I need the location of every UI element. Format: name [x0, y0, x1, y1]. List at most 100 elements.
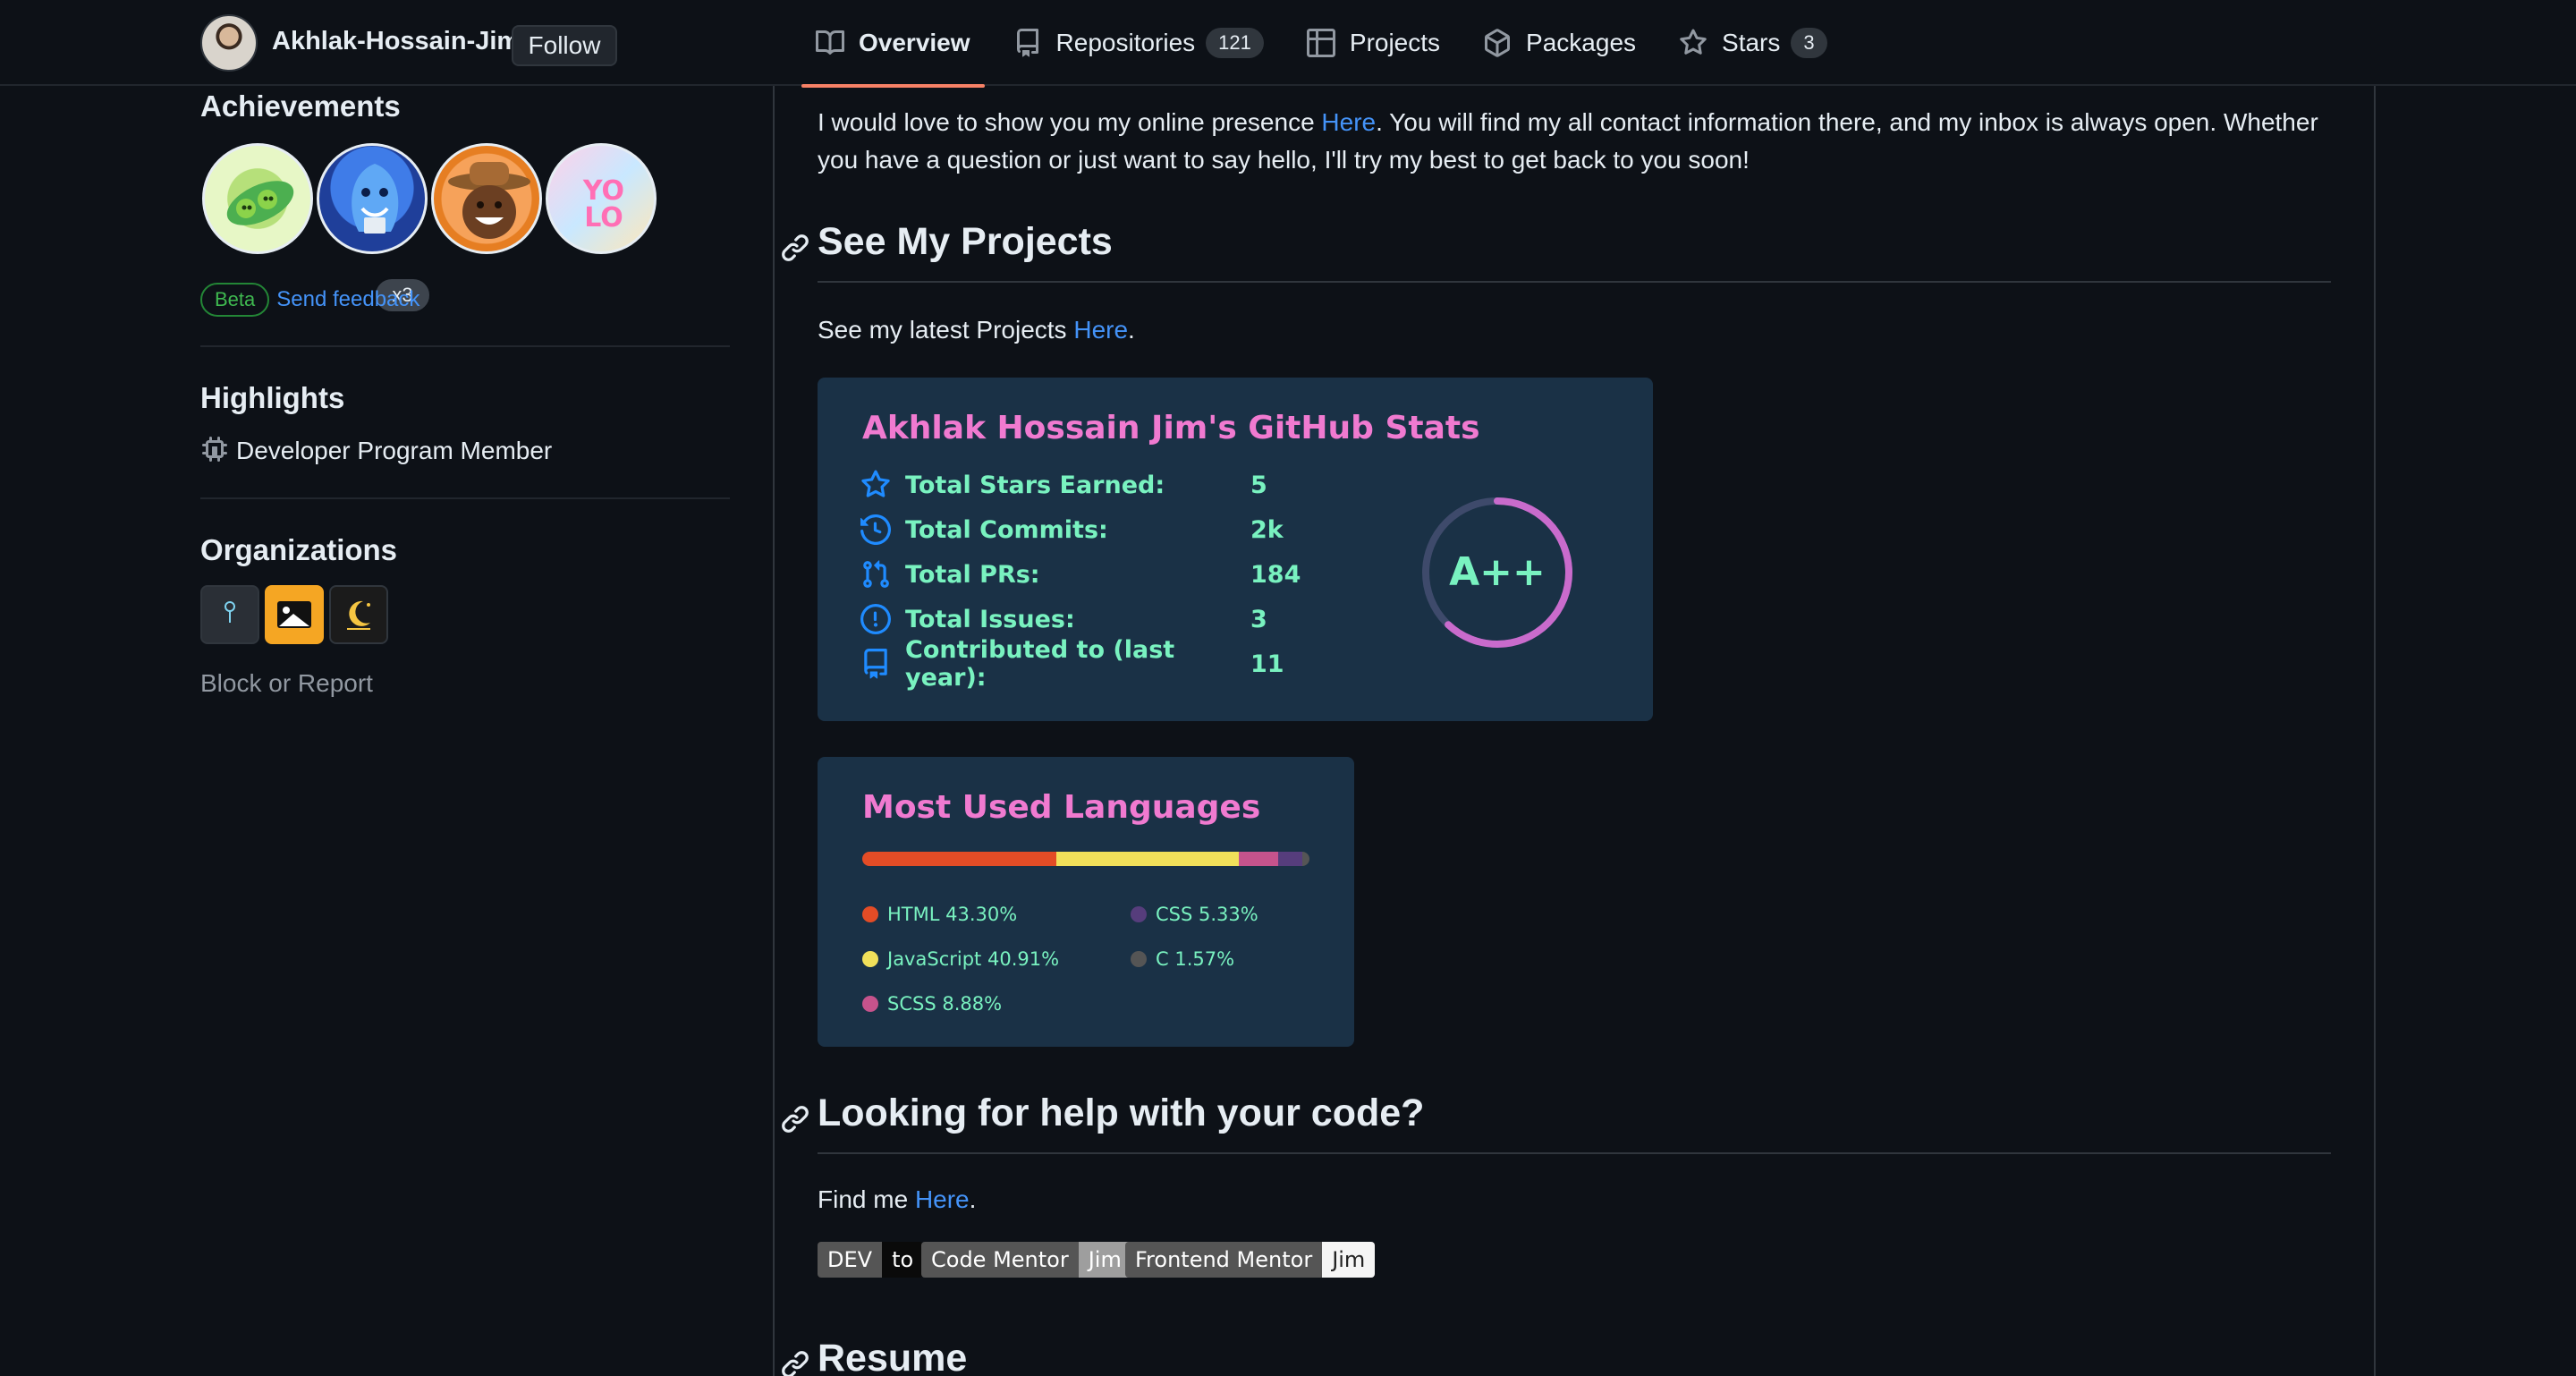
avatar[interactable] [200, 14, 258, 72]
star-icon [1679, 29, 1707, 57]
language-item-css: CSS 5.33% [1131, 904, 1258, 925]
pull-request-icon [863, 560, 889, 588]
organization-avatar[interactable] [329, 585, 388, 644]
languages-card-title: Most Used Languages [862, 789, 1261, 826]
heading-text: Resume [818, 1337, 968, 1376]
heading-rule [818, 281, 2331, 283]
language-name: CSS [1156, 904, 1193, 925]
tab-label: Overview [859, 29, 970, 56]
shield-value: to [882, 1242, 924, 1278]
tab-repositories[interactable]: Repositories 121 [999, 0, 1278, 86]
sidebar-divider [200, 497, 730, 499]
most-used-languages-card[interactable]: Most Used Languages HTML 43.30% JavaScri… [818, 757, 1354, 1047]
language-color-dot [862, 996, 878, 1012]
shield-value: Jim [1322, 1242, 1376, 1278]
projects-paragraph: See my latest Projects Here. [818, 311, 1135, 349]
highlights-title: Highlights [200, 381, 345, 414]
tab-packages[interactable]: Packages [1469, 0, 1650, 86]
projects-text: See my latest Projects [818, 316, 1074, 344]
language-bar-segment [1302, 852, 1309, 866]
photo-logo-icon [277, 601, 311, 628]
organizations-title: Organizations [200, 533, 398, 566]
language-name: JavaScript [887, 948, 982, 970]
intro-paragraph: I would love to show you my online prese… [818, 104, 2331, 179]
heading-text: Looking for help with your code? [818, 1091, 1425, 1134]
profile-header-bar: Akhlak-Hossain-Jim Follow Overview Repos… [0, 0, 2576, 88]
stat-label: Total Commits: [905, 515, 1108, 544]
language-name: HTML [887, 904, 940, 925]
stat-row-commits: Total Commits: 2k [860, 512, 1284, 548]
stat-label: Total PRs: [905, 560, 1040, 589]
svg-text:LO: LO [584, 202, 623, 234]
readme-border-right [2374, 86, 2376, 1376]
follow-button[interactable]: Follow [512, 25, 617, 66]
projects-link[interactable]: Here [1073, 316, 1128, 344]
projects-text: . [1128, 316, 1135, 344]
find-me-paragraph: Find me Here. [818, 1181, 976, 1219]
stat-label: Total Issues: [905, 605, 1075, 633]
tab-stars[interactable]: Stars 3 [1665, 0, 1842, 86]
achievement-yolo-badge[interactable]: YO LO [546, 143, 657, 254]
package-icon [1483, 29, 1512, 57]
language-item-javascript: JavaScript 40.91% [862, 948, 1059, 970]
language-bar-segment [1055, 852, 1240, 866]
tab-overview[interactable]: Overview [801, 0, 985, 88]
shield-label: DEV [818, 1242, 883, 1278]
language-percent: 43.30% [945, 904, 1018, 925]
pin-logo-icon [225, 601, 235, 623]
achievements-title[interactable]: Achievements [200, 89, 401, 123]
stat-value: 5 [1250, 471, 1267, 499]
heading-rule [818, 1152, 2331, 1154]
languages-progress-bar [862, 852, 1309, 866]
shark-icon [352, 164, 399, 234]
stat-row-contributed: Contributed to (last year): 11 [860, 636, 1284, 692]
language-color-dot [1131, 906, 1147, 922]
tab-label: Repositories [1055, 29, 1196, 56]
stat-row-issues: Total Issues: 3 [860, 601, 1267, 637]
stat-row-stars: Total Stars Earned: 5 [860, 467, 1267, 503]
find-me-link[interactable]: Here [915, 1185, 970, 1213]
github-stats-card[interactable]: Akhlak Hossain Jim's GitHub Stats Total … [818, 378, 1653, 721]
tab-label: Packages [1526, 29, 1637, 56]
stat-value: 2k [1250, 515, 1284, 544]
code-mentor-badge[interactable]: Code Mentor Jim [921, 1242, 1131, 1278]
readme-border-left [773, 86, 775, 1376]
link-icon[interactable] [780, 1346, 810, 1376]
dev-to-badge[interactable]: DEV to [818, 1242, 924, 1278]
organization-avatar[interactable] [200, 585, 259, 644]
stat-value: 3 [1250, 605, 1267, 633]
shield-label: Frontend Mentor [1125, 1242, 1323, 1278]
tab-label: Stars [1722, 29, 1781, 56]
profile-username[interactable]: Akhlak-Hossain-Jim [272, 27, 520, 56]
stat-row-prs: Total PRs: 184 [860, 556, 1301, 592]
language-name: SCSS [887, 993, 936, 1015]
moon-logo-icon [347, 600, 370, 630]
repositories-count-badge: 121 [1206, 28, 1264, 58]
tab-projects[interactable]: Projects [1292, 0, 1454, 86]
profile-tabs: Overview Repositories 121 Projects Packa… [801, 0, 1856, 88]
send-feedback-link[interactable]: Send feedback [276, 287, 419, 312]
language-bar-segment [1278, 852, 1303, 866]
beta-label: Beta [200, 283, 270, 317]
online-presence-link[interactable]: Here [1321, 108, 1376, 136]
resume-heading: Resume [782, 1337, 968, 1376]
organization-avatar[interactable] [265, 585, 324, 644]
highlight-label: Developer Program Member [236, 437, 553, 464]
repo-icon [864, 649, 887, 679]
link-icon[interactable] [780, 1100, 810, 1133]
achievement-yolo-cowboy-badge[interactable] [431, 143, 542, 254]
language-bar-segment [862, 852, 1056, 866]
sidebar-divider [200, 345, 730, 347]
intro-text: I would love to show you my online prese… [818, 108, 1322, 136]
star-icon [861, 470, 890, 497]
language-percent: 5.33% [1199, 904, 1258, 925]
achievement-pair-extraordinaire-badge[interactable] [202, 143, 313, 254]
achievement-pull-shark-badge[interactable] [317, 143, 428, 254]
shield-value: Jim [1078, 1242, 1131, 1278]
frontend-mentor-badge[interactable]: Frontend Mentor Jim [1125, 1242, 1376, 1278]
highlight-developer-program: Developer Program Member [200, 437, 552, 465]
block-or-report-link[interactable]: Block or Report [200, 669, 373, 698]
stat-label: Contributed to (last year): [905, 636, 1175, 692]
link-icon[interactable] [780, 229, 810, 261]
find-me-text: . [969, 1185, 977, 1213]
